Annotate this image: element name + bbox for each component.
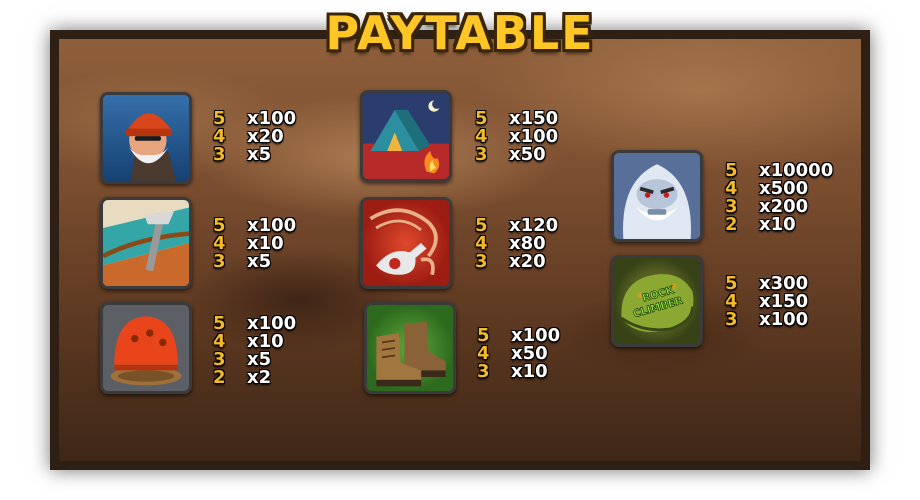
- helmet-symbol-icon: [100, 302, 192, 394]
- pay-row: 3 x5: [213, 251, 272, 272]
- pay-row: 2 x10: [725, 214, 796, 235]
- climber-pays: 5 x100 4 x20 3 x5: [213, 110, 296, 164]
- climber-symbol-icon: [100, 92, 192, 184]
- rock-climber-pays: 5 x300 4 x150 3 x100: [725, 275, 808, 329]
- rock-climber-logo-symbol-icon: ROCK CLIMBER: [611, 255, 703, 347]
- pay-row: 2 x2: [213, 367, 272, 388]
- ice-axe-symbol-icon: [100, 197, 192, 289]
- paytable-title: PAYTABLE: [325, 6, 595, 60]
- tent-pays: 5 x150 4 x100 3 x50: [475, 110, 558, 164]
- rope-hook-pays: 5 x120 4 x80 3 x20: [475, 217, 558, 271]
- ice-axe-pays: 5 x100 4 x10 3 x5: [213, 217, 296, 271]
- pay-row: 3 x10: [477, 361, 548, 382]
- boots-pays: 5 x100 4 x50 3 x10: [477, 327, 560, 381]
- pay-row: 3 x5: [213, 144, 272, 165]
- yeti-symbol-icon: [611, 150, 703, 242]
- pay-row: 3 x100: [725, 309, 809, 330]
- yeti-pays: 5 x10000 4 x500 3 x200 2 x10: [725, 162, 833, 234]
- rope-hook-symbol-icon: [360, 197, 452, 289]
- helmet-pays: 5 x100 4 x10 3 x5 2 x2: [213, 315, 296, 387]
- pay-row: 3 x20: [475, 251, 546, 272]
- pay-row: 3 x50: [475, 144, 546, 165]
- tent-symbol-icon: [360, 90, 452, 182]
- boots-symbol-icon: [364, 302, 456, 394]
